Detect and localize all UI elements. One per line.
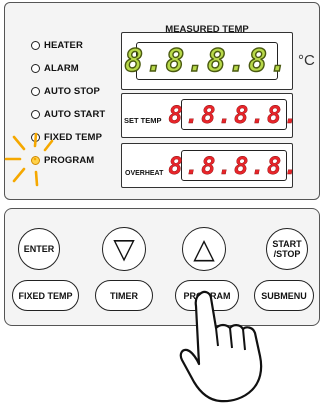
alarm-label: ALARM (44, 63, 79, 74)
indicator-auto-start: AUTO START (31, 109, 105, 120)
fixed-temp-button[interactable]: FIXED TEMP (12, 280, 79, 311)
enter-button[interactable]: ENTER (18, 228, 60, 270)
start-stop-label: START /STOP (272, 239, 302, 259)
timer-button[interactable]: TIMER (95, 280, 153, 311)
auto-stop-led (31, 87, 40, 96)
timer-button-label: TIMER (110, 290, 138, 301)
temp-unit: °C (298, 52, 315, 69)
measured-temp-title: MEASURED TEMP (165, 24, 249, 35)
enter-label: ENTER (23, 244, 55, 254)
down-arrow-icon: ▽ (113, 233, 135, 264)
indicator-auto-stop: AUTO STOP (31, 86, 100, 97)
set-temp-display: 8.8.8.8. (168, 99, 298, 130)
auto-stop-label: AUTO STOP (44, 86, 100, 97)
auto-start-led (31, 110, 40, 119)
down-button[interactable]: ▽ (102, 227, 146, 271)
start-stop-button[interactable]: START /STOP (266, 228, 308, 270)
set-temp-value: 8.8.8.8. (168, 100, 300, 129)
pointing-hand-icon (179, 290, 263, 403)
up-button[interactable]: △ (182, 227, 226, 271)
indicator-alarm: ALARM (31, 63, 79, 74)
overheat-label: OVERHEAT (125, 170, 164, 177)
overheat-value: 8.8.8.8. (168, 151, 300, 180)
program-led-glow-icon (4, 132, 54, 187)
overheat-display: 8.8.8.8. (168, 150, 298, 181)
indicator-heater: HEATER (31, 40, 83, 51)
measured-temp-value: 8.8.8.8. (124, 42, 290, 79)
heater-led (31, 41, 40, 50)
measured-temp-display: 8.8.8.8. (124, 42, 288, 80)
up-arrow-icon: △ (193, 233, 215, 264)
auto-start-label: AUTO START (44, 109, 106, 120)
heater-label: HEATER (44, 40, 83, 51)
alarm-led (31, 64, 40, 73)
set-temp-label: SET TEMP (124, 116, 162, 125)
fixed-temp-button-label: FIXED TEMP (18, 290, 73, 301)
